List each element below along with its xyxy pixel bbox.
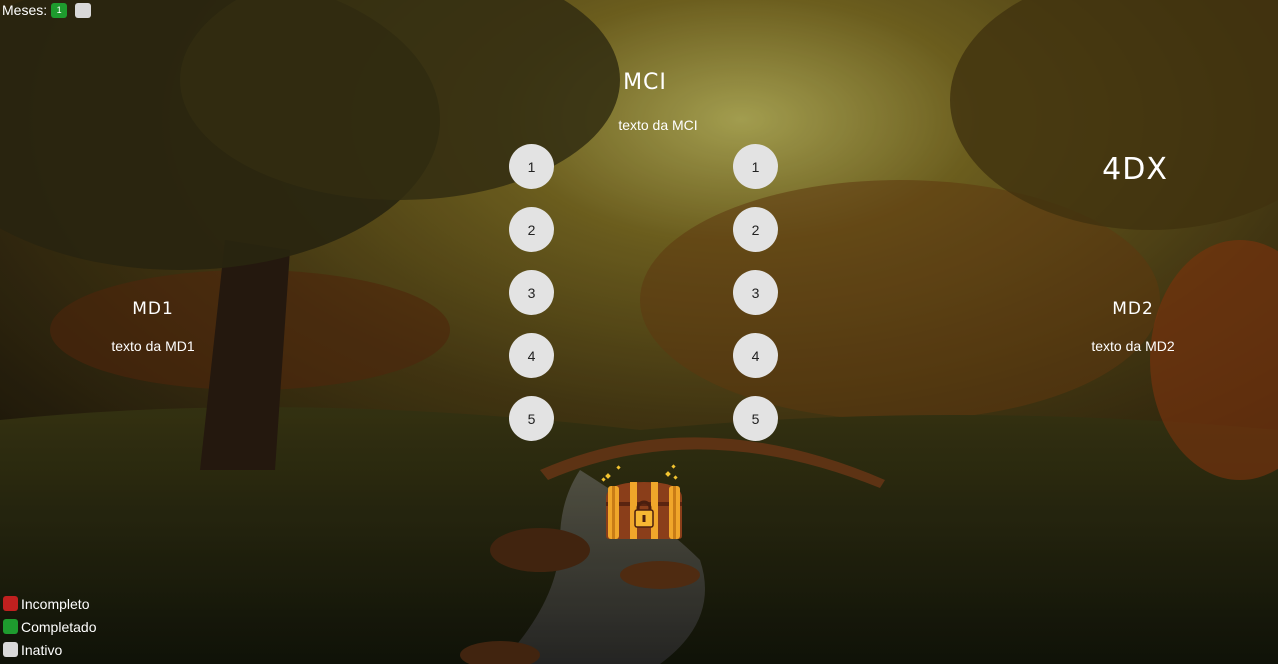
month-2-button[interactable] [75, 2, 92, 18]
legend-incompleto: Incompleto [3, 595, 97, 612]
md1-step-4-button[interactable]: 4 [509, 333, 554, 378]
mci-text: texto da MCI [618, 117, 698, 133]
md2-step-2-button[interactable]: 2 [733, 207, 778, 252]
inativo-swatch [3, 642, 18, 657]
4dx-title: 4DX [1102, 152, 1168, 187]
mci-title: MCI [623, 70, 667, 95]
incompleto-swatch [3, 596, 18, 611]
md1-step-5-button[interactable]: 5 [509, 396, 554, 441]
month-selector: Meses: 1 [2, 2, 92, 18]
md1-title: MD1 [132, 299, 174, 319]
md2-step-1-button[interactable]: 1 [733, 144, 778, 189]
month-1-button[interactable]: 1 [51, 2, 68, 18]
legend-label: Completado [21, 618, 97, 635]
md1-text: texto da MD1 [111, 338, 195, 354]
md2-text: texto da MD2 [1091, 338, 1175, 354]
treasure-chest-icon[interactable] [598, 462, 690, 544]
md2-title: MD2 [1112, 299, 1154, 319]
md2-step-5-button[interactable]: 5 [733, 396, 778, 441]
forest-background [0, 0, 1278, 664]
legend-completado: Completado [3, 618, 97, 635]
months-label: Meses: [2, 2, 48, 18]
legend-label: Inativo [21, 641, 63, 658]
legend-inativo: Inativo [3, 641, 97, 658]
md1-steps-column: 1 2 3 4 5 [509, 144, 554, 441]
completado-swatch [3, 619, 18, 634]
md1-step-3-button[interactable]: 3 [509, 270, 554, 315]
status-legend: Incompleto Completado Inativo [3, 595, 97, 658]
md2-steps-column: 1 2 3 4 5 [733, 144, 778, 441]
md1-step-1-button[interactable]: 1 [509, 144, 554, 189]
md1-step-2-button[interactable]: 2 [509, 207, 554, 252]
legend-label: Incompleto [21, 595, 90, 612]
md2-step-4-button[interactable]: 4 [733, 333, 778, 378]
md2-step-3-button[interactable]: 3 [733, 270, 778, 315]
